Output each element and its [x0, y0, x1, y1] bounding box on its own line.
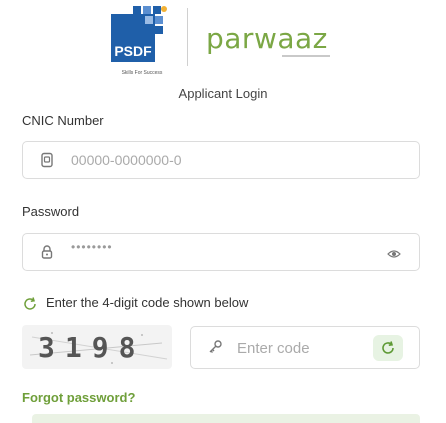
eye-icon[interactable]: [387, 247, 401, 259]
captcha-instruction: Enter the 4-digit code shown below: [22, 295, 248, 312]
forgot-password-link[interactable]: Forgot password?: [22, 390, 135, 405]
psdf-logo: PSDF: [111, 6, 169, 62]
captcha-instruction-text: Enter the 4-digit code shown below: [46, 295, 249, 310]
brand-name: parwaaz: [206, 22, 328, 55]
password-field[interactable]: ••••••••: [22, 233, 420, 271]
captcha-refresh-icon: [22, 296, 38, 312]
brand-underline: [282, 55, 330, 57]
password-label: Password: [22, 204, 80, 219]
captcha-code-input[interactable]: [235, 335, 359, 361]
refresh-captcha-button[interactable]: [373, 335, 403, 361]
password-masked-value: ••••••••: [71, 240, 113, 254]
refresh-icon: [382, 341, 394, 354]
login-button-partial[interactable]: [32, 414, 420, 423]
psdf-logo-text: PSDF: [114, 43, 152, 59]
captcha-code-field[interactable]: [190, 326, 420, 369]
logo-divider: [187, 8, 188, 66]
key-icon: [207, 339, 223, 355]
id-card-icon: [39, 152, 55, 168]
captcha-code: 3198: [38, 331, 146, 364]
cnic-placeholder: 00000-0000000-0: [71, 152, 182, 168]
psdf-tagline: Skills For Success: [121, 70, 163, 76]
page-title: Applicant Login: [178, 86, 268, 101]
parwaaz-logo: parwaaz: [206, 22, 330, 57]
lock-icon: [39, 244, 55, 260]
captcha-image: 3198: [22, 325, 172, 369]
cnic-label: CNIC Number: [22, 113, 104, 128]
cnic-field[interactable]: 00000-0000000-0: [22, 141, 420, 179]
